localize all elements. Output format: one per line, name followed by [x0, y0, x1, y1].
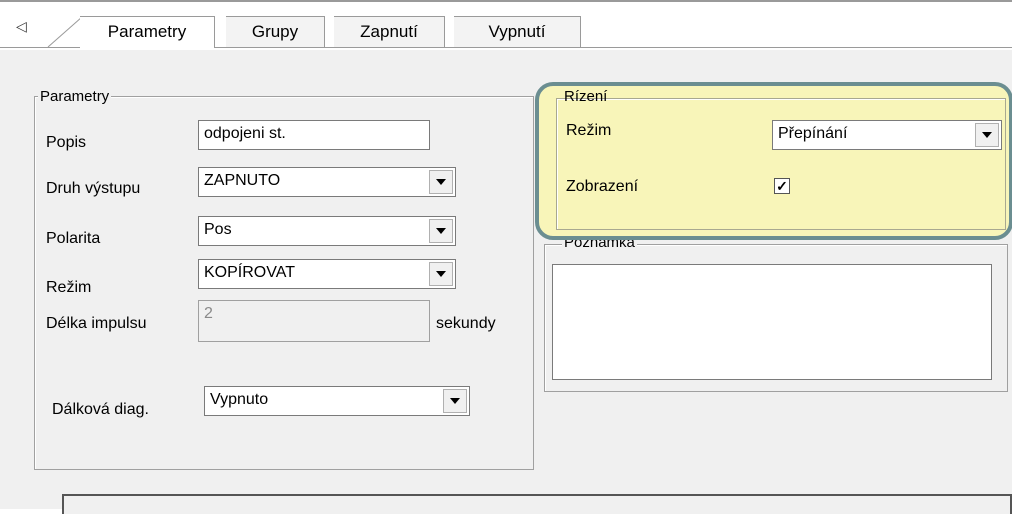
- chevron-down-icon[interactable]: [443, 389, 467, 413]
- druh-vystupu-label: Druh výstupu: [46, 180, 141, 197]
- rezim-select[interactable]: KOPÍROVAT: [198, 259, 456, 289]
- popis-label: Popis: [46, 134, 87, 151]
- dalkova-diag-select[interactable]: Vypnuto: [204, 386, 470, 416]
- rizeni-rezim-label: Režim: [566, 122, 612, 139]
- scroll-left-icon[interactable]: ◁: [16, 18, 32, 34]
- tab-vypnuti[interactable]: Vypnutí: [454, 16, 581, 47]
- polarita-select[interactable]: Pos: [198, 216, 456, 246]
- chevron-down-icon[interactable]: [429, 262, 453, 286]
- chevron-down-icon[interactable]: [429, 219, 453, 243]
- rizeni-rezim-value: Přepínání: [778, 125, 848, 142]
- delka-unit-label: sekundy: [436, 315, 496, 332]
- parametry-legend: Parametry: [38, 88, 112, 106]
- poznamka-textarea[interactable]: [552, 264, 992, 380]
- tab-baseline-left: [0, 47, 80, 48]
- dalkova-diag-label: Dálková diag.: [52, 401, 149, 418]
- rizeni-group: [556, 98, 1006, 230]
- polarita-label: Polarita: [46, 230, 101, 247]
- bottom-panel: [62, 494, 1012, 514]
- dalkova-diag-value: Vypnuto: [210, 391, 269, 408]
- tab-zapnuti[interactable]: Zapnutí: [334, 16, 445, 47]
- tab-baseline-right: [214, 47, 1012, 48]
- chevron-down-icon[interactable]: [975, 123, 999, 147]
- popis-input[interactable]: odpojeni st.: [198, 120, 430, 150]
- tab-bar: ◁ Parametry Grupy Zapnutí Vypnutí: [0, 0, 1012, 50]
- top-border: [0, 0, 1012, 2]
- rizeni-legend: Rízení: [564, 88, 608, 105]
- checkmark-icon: ✓: [776, 178, 788, 194]
- chevron-down-icon[interactable]: [429, 170, 453, 194]
- druh-vystupu-value: ZAPNUTO: [204, 172, 281, 189]
- rezim-label: Režim: [46, 279, 92, 296]
- polarita-value: Pos: [204, 221, 232, 238]
- tab-grupy[interactable]: Grupy: [226, 16, 325, 47]
- druh-vystupu-select[interactable]: ZAPNUTO: [198, 167, 456, 197]
- delka-impulsu-label: Délka impulsu: [46, 315, 147, 332]
- zobrazeni-checkbox[interactable]: ✓: [774, 178, 790, 194]
- rezim-value: KOPÍROVAT: [204, 264, 295, 281]
- delka-impulsu-input: 2: [198, 300, 430, 342]
- tab-parametry[interactable]: Parametry: [80, 16, 215, 48]
- rizeni-rezim-select[interactable]: Přepínání: [772, 120, 1002, 150]
- zobrazeni-label: Zobrazení: [566, 178, 639, 195]
